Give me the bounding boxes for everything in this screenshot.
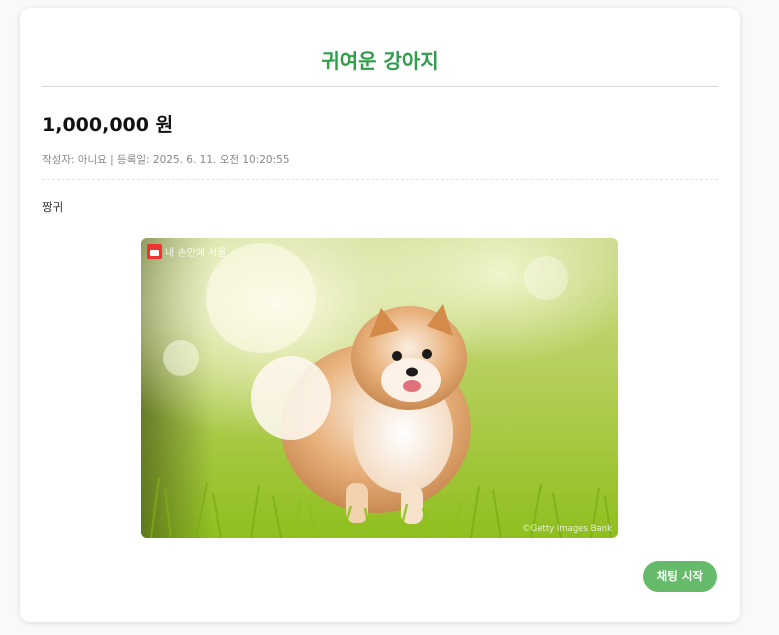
start-chat-button[interactable]: 채팅 시작 [642, 561, 717, 592]
seoul-logo-icon [147, 244, 162, 259]
photo-watermark: 내 손안에 서울 [147, 244, 227, 259]
dog-photo [141, 238, 618, 538]
title-divider [42, 86, 718, 87]
post-content: 짱귀 [42, 200, 64, 214]
post-title: 귀여운 강아지 [321, 49, 439, 73]
post-price: 1,000,000 원 [42, 114, 174, 136]
post-meta: 작성자: 아니요 | 등록일: 2025. 6. 11. 오전 10:20:55 [42, 154, 290, 166]
photo-credit: ©Getty Images Bank [522, 524, 612, 534]
post-card: 귀여운 강아지 1,000,000 원 작성자: 아니요 | 등록일: 2025… [20, 8, 740, 622]
meta-divider [42, 179, 718, 180]
post-image: 내 손안에 서울 ©Getty Images Bank [141, 238, 618, 538]
watermark-text: 내 손안에 서울 [165, 248, 227, 259]
